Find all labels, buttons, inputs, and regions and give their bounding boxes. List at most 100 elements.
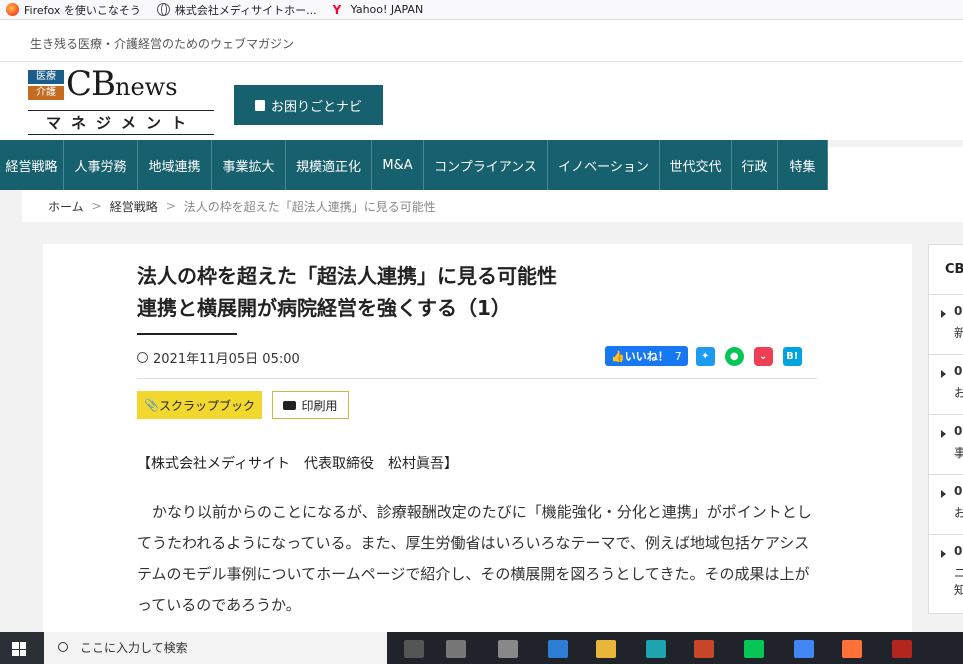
scrapbook-label: スクラップブック [158,398,255,413]
triangle-right-icon [941,310,946,318]
taskbar-search-input[interactable]: ここに入力して検索 [44,632,387,664]
article-title-line1: 法人の枠を超えた「超法人連携」に見る可能性 [137,264,557,288]
hatena-bookmark-button[interactable]: B! [782,346,802,366]
globe-icon [156,3,170,16]
sidebar-item[interactable]: 0 お [929,355,963,415]
paperclip-icon: 📎 [144,398,159,412]
triangle-right-icon [941,370,946,378]
breadcrumb: ホーム > 経営戦略 > 法人の枠を超えた「超法人連携」に見る可能性 [22,190,963,222]
hatena-icon: B! [786,350,799,362]
firefox-icon [6,3,19,16]
sidebar-item[interactable]: 0 事 [929,415,963,475]
line-icon: ● [729,350,739,362]
meta-divider [137,378,817,379]
triangle-right-icon [941,550,946,558]
nav-item-hr[interactable]: 人事労務 [64,140,138,190]
article-author: 【株式会社メディサイト 代表取締役 松村眞吾】 [137,456,459,472]
sidebar-heading: CB [929,245,963,295]
start-button[interactable] [0,632,44,664]
nav-item-innovation[interactable]: イノベーション [548,140,660,190]
print-button[interactable]: 印刷用 [272,391,349,419]
sidebar-item-date: 0 [954,424,963,438]
breadcrumb-separator: > [165,199,176,213]
breadcrumb-category[interactable]: 経営戦略 [110,198,158,215]
logo-tag-care: 介護 [28,86,64,100]
nav-item-feature[interactable]: 特集 [778,140,828,190]
widgets-icon[interactable] [446,640,466,658]
yahoo-icon: Y [332,3,342,17]
share-buttons: 👍 いいね！ 7 ✦ ● ⌄ B! [605,346,807,366]
book-icon [254,99,265,111]
article-card: 法人の枠を超えた「超法人連携」に見る可能性 連携と横展開が病院経営を強くする（1… [43,244,912,644]
nav-item-compliance[interactable]: コンプライアンス [424,140,548,190]
pocket-share-button[interactable]: ⌄ [753,346,773,366]
sidebar-item-date: 0 [954,484,963,498]
sidebar-item-date: 0 [954,364,963,378]
edge-icon[interactable] [646,640,666,658]
twitter-icon: ✦ [701,350,710,362]
ranking-sidebar: CB 0 新 0 お 0 事 0 お 0 ニ 知 [928,244,963,614]
sidebar-item-text: 新 [954,324,963,341]
line-share-button[interactable]: ● [724,346,744,366]
sidebar-item-text: 事 [954,444,963,461]
scrapbook-button[interactable]: 📎 スクラップブック [137,391,262,419]
clock-icon [137,352,148,363]
windows-taskbar: ここに入力して検索 [0,632,963,664]
facebook-like-button[interactable]: 👍 いいね！ 7 [605,346,688,366]
nav-item-expansion[interactable]: 事業拡大 [212,140,286,190]
sidebar-item[interactable]: 0 お [929,475,963,535]
search-icon [58,642,68,652]
article-body: かなり以前からのことになるが、診療報酬改定のたびに「機能強化・分化と連携」がポイ… [137,503,812,614]
print-label: 印刷用 [301,398,338,413]
logo-word-news: news [115,73,178,101]
pocket-icon: ⌄ [759,350,768,362]
sidebar-item-text: お [954,504,963,521]
line-app-icon[interactable] [744,640,764,658]
site-header: 生き残る医療・介護経営のためのウェブマガジン 医療 介護 CBnews マネジメ… [0,20,963,140]
breadcrumb-current: 法人の枠を超えた「超法人連携」に見る可能性 [183,199,436,214]
site-tagline: 生き残る医療・介護経営のためのウェブマガジン [30,37,295,51]
search-placeholder: ここに入力して検索 [80,641,188,655]
store-icon[interactable] [498,640,518,658]
sidebar-item[interactable]: 0 新 [929,295,963,355]
title-underline [137,333,237,335]
file-explorer-icon[interactable] [596,640,616,658]
site-logo[interactable]: 医療 介護 CBnews マネジメント [28,64,218,136]
breadcrumb-home[interactable]: ホーム [48,198,84,215]
logo-subtitle: マネジメント [28,110,214,135]
nav-item-scale[interactable]: 規模適正化 [286,140,372,190]
sidebar-item-text: お [954,384,963,401]
office-icon[interactable] [694,640,714,658]
chrome-icon[interactable] [794,640,814,658]
bookmark-yahoo[interactable]: Y Yahoo! JAPAN [332,3,424,17]
sidebar-item[interactable]: 0 ニ 知 [929,535,963,598]
sidebar-item-text: 知 [954,581,963,598]
thumbs-up-icon: 👍 [611,349,625,363]
help-navi-button[interactable]: お困りごとナビ [234,85,383,125]
like-count: 7 [674,349,682,363]
nav-item-government[interactable]: 行政 [732,140,778,190]
firefox-app-icon[interactable] [842,640,862,658]
nav-item-ma[interactable]: M&A [372,140,424,190]
bookmark-medisite[interactable]: 株式会社メディサイトホー... [156,2,317,18]
logo-tag-medical: 医療 [28,70,64,84]
bookmark-label: 株式会社メディサイトホー... [174,3,317,17]
nav-spacer [828,140,963,190]
nav-item-succession[interactable]: 世代交代 [660,140,732,190]
windows-icon [12,642,26,656]
nav-item-regional[interactable]: 地域連携 [138,140,212,190]
bookmark-label: Yahoo! JAPAN [350,3,424,16]
article-title: 法人の枠を超えた「超法人連携」に見る可能性 連携と横展開が病院経営を強くする（1… [137,260,557,324]
mail-icon[interactable] [548,640,568,658]
twitter-share-button[interactable]: ✦ [695,346,715,366]
bookmark-firefox[interactable]: Firefox を使いこなそう [6,2,141,18]
breadcrumb-separator: > [91,199,102,213]
logo-tags: 医療 介護 [28,70,64,102]
task-view-icon[interactable] [404,640,424,658]
triangle-right-icon [941,430,946,438]
acrobat-icon[interactable] [892,640,912,658]
bookmark-label: Firefox を使いこなそう [24,3,141,17]
like-label: いいね！ [624,350,669,363]
logo-wordmark: CBnews [66,64,178,104]
nav-item-strategy[interactable]: 経営戦略 [0,140,64,190]
